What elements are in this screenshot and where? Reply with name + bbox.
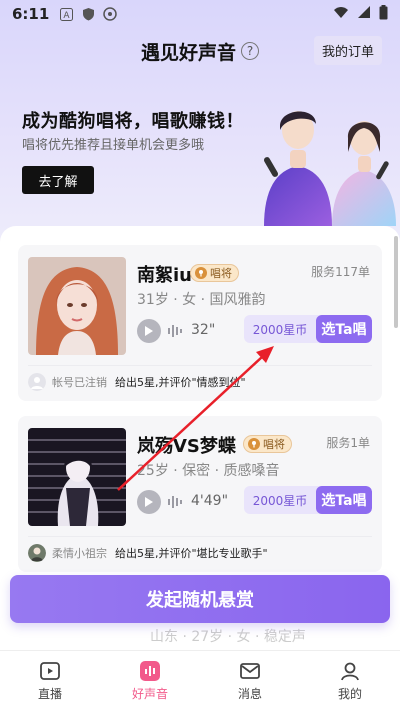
singer-badge: 唱将 bbox=[190, 264, 239, 282]
vpn-icon bbox=[103, 7, 118, 21]
shield-icon bbox=[81, 7, 95, 21]
banner-title: 成为酷狗唱将，唱歌赚钱！ bbox=[22, 111, 244, 132]
play-sample-button[interactable] bbox=[137, 490, 161, 514]
choose-singer-button[interactable]: 选Ta唱 bbox=[316, 315, 372, 343]
status-time: 6:11 bbox=[12, 5, 50, 23]
waveform-icon bbox=[168, 496, 182, 508]
play-icon bbox=[145, 326, 153, 336]
a-icon: A bbox=[59, 7, 73, 21]
review-row: 柔情小祖宗 给出5星,并评价"堪比专业歌手" bbox=[28, 544, 268, 562]
served-count: 服务1单 bbox=[326, 436, 370, 450]
learn-more-button[interactable]: 去了解 bbox=[22, 166, 94, 194]
singer-meta: 31岁 · 女 · 国风雅韵 bbox=[137, 292, 266, 308]
singer-badge: 唱将 bbox=[243, 435, 292, 453]
page-title: 遇见好声音 bbox=[140, 41, 236, 64]
nav-item-live[interactable]: 直播 bbox=[0, 651, 100, 711]
served-count: 服务117单 bbox=[311, 265, 370, 279]
message-icon bbox=[240, 663, 260, 679]
singer-meta: 25岁 · 保密 · 质感嗓音 bbox=[137, 463, 280, 479]
scrollbar[interactable] bbox=[394, 236, 398, 328]
play-icon bbox=[145, 497, 153, 507]
singer-avatar[interactable] bbox=[28, 428, 126, 526]
sample-duration: 4'49" bbox=[191, 493, 229, 509]
nav-label: 好声音 bbox=[131, 687, 168, 701]
voice-icon bbox=[140, 661, 160, 681]
banner-singers-illustration bbox=[264, 111, 396, 226]
help-icon[interactable]: ? bbox=[241, 42, 259, 60]
wifi-icon bbox=[333, 5, 349, 23]
divider bbox=[28, 365, 372, 366]
banner-subtitle: 唱将优先推荐且接单机会更多哦 bbox=[22, 138, 205, 153]
price-action-group: 2000星币 选Ta唱 bbox=[244, 486, 372, 514]
status-right-group bbox=[333, 4, 388, 24]
page-header: 遇见好声音 ? 我的订单 bbox=[0, 34, 400, 68]
singer-card[interactable]: 南絮iu 唱将 服务117单 31岁 · 女 · 国风雅韵 32" 2000星币… bbox=[18, 245, 382, 401]
nav-label: 消息 bbox=[237, 687, 262, 701]
live-icon bbox=[40, 662, 60, 680]
price-action-group: 2000星币 选Ta唱 bbox=[244, 315, 372, 343]
singer-name: 岚殇VS梦蝶 bbox=[137, 436, 236, 457]
price-label: 2000星币 bbox=[252, 493, 308, 508]
nav-item-messages[interactable]: 消息 bbox=[200, 651, 300, 711]
reviewer-name: 帐号已注销 bbox=[52, 376, 107, 389]
status-bar: 6:11 A bbox=[0, 0, 400, 28]
random-reward-button[interactable]: 发起随机悬赏 bbox=[10, 575, 390, 623]
profile-icon bbox=[341, 662, 359, 681]
reviewer-avatar bbox=[28, 544, 46, 562]
nav-label: 我的 bbox=[337, 687, 362, 701]
nav-label: 直播 bbox=[37, 687, 62, 701]
mic-icon bbox=[195, 267, 207, 279]
singer-name: 南絮iu bbox=[137, 265, 192, 286]
reviewer-name: 柔情小祖宗 bbox=[52, 547, 107, 560]
price-label: 2000星币 bbox=[252, 322, 308, 337]
review-row: 帐号已注销 给出5星,并评价"情感到位" bbox=[28, 373, 246, 391]
reviewer-avatar bbox=[28, 373, 46, 391]
mic-icon bbox=[248, 438, 260, 450]
sample-duration: 32" bbox=[191, 322, 216, 338]
singer-badge-label: 唱将 bbox=[263, 438, 285, 451]
signal-icon bbox=[357, 5, 371, 23]
waveform-icon bbox=[168, 325, 182, 337]
my-orders-button[interactable]: 我的订单 bbox=[313, 36, 382, 65]
bottom-nav: 直播 好声音 消息 我的 bbox=[0, 650, 400, 711]
review-text: 给出5星,并评价"情感到位" bbox=[115, 376, 246, 389]
singer-badge-label: 唱将 bbox=[210, 267, 232, 280]
play-sample-button[interactable] bbox=[137, 319, 161, 343]
next-card-peek: 山东 · 27岁 · 女 · 稳定声 bbox=[150, 629, 306, 645]
battery-icon bbox=[379, 4, 388, 24]
nav-item-good-voice[interactable]: 好声音 bbox=[100, 651, 200, 711]
choose-singer-button[interactable]: 选Ta唱 bbox=[316, 486, 372, 514]
nav-item-profile[interactable]: 我的 bbox=[300, 651, 400, 711]
review-text: 给出5星,并评价"堪比专业歌手" bbox=[115, 547, 268, 560]
singer-avatar[interactable] bbox=[28, 257, 126, 355]
singer-card[interactable]: 岚殇VS梦蝶 唱将 服务1单 25岁 · 保密 · 质感嗓音 4'49" 200… bbox=[18, 416, 382, 572]
svg-text:A: A bbox=[63, 11, 70, 21]
divider bbox=[28, 536, 372, 537]
